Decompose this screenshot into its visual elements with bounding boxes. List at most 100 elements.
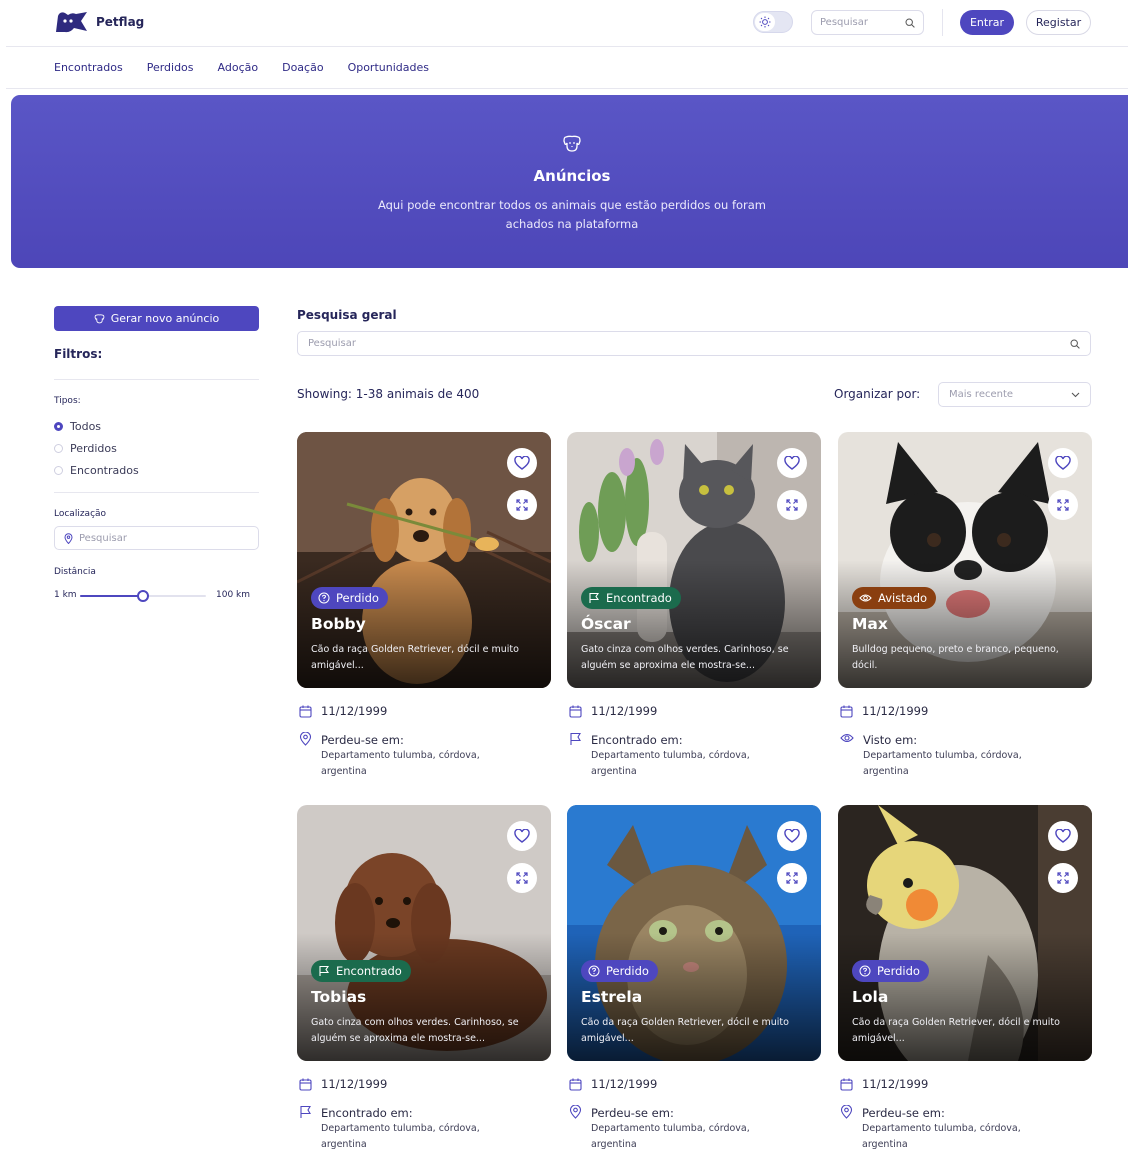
main-nav: Encontrados Perdidos Adoção Doação Oport… xyxy=(54,61,429,74)
nav-item-perdidos[interactable]: Perdidos xyxy=(147,61,194,74)
expand-button[interactable] xyxy=(777,490,807,520)
location-address: Departamento tulumba, córdova, argentina xyxy=(321,750,480,777)
distance-slider[interactable]: 1 km 100 km xyxy=(54,590,259,602)
expand-button[interactable] xyxy=(1048,863,1078,893)
pet-photo[interactable]: Perdido Estrela Cão da raça Golden Retri… xyxy=(567,805,821,1061)
calendar-icon xyxy=(299,1078,312,1091)
nav-item-oportunidades[interactable]: Oportunidades xyxy=(348,61,429,74)
listing-date: 11/12/1999 xyxy=(840,1077,928,1091)
pet-name: Max xyxy=(852,615,888,633)
location-address: Departamento tulumba, córdova, argentina xyxy=(591,750,750,777)
pet-card[interactable]: Encontrado Óscar Gato cinza com olhos ve… xyxy=(567,432,821,777)
favorite-button[interactable] xyxy=(1048,448,1078,478)
pet-card[interactable]: Perdido Lola Cão da raça Golden Retrieve… xyxy=(838,805,1092,1150)
distance-min: 1 km xyxy=(54,590,77,600)
date-text: 11/12/1999 xyxy=(321,704,388,718)
chevron-down-icon xyxy=(1071,392,1080,397)
listing-date: 11/12/1999 xyxy=(569,1077,657,1091)
nav-item-doacao[interactable]: Doação xyxy=(282,61,323,74)
radio-todos[interactable] xyxy=(54,422,63,431)
sort-value: Mais recente xyxy=(949,389,1014,400)
status-label: Avistado xyxy=(878,591,928,605)
expand-button[interactable] xyxy=(1048,490,1078,520)
nav-item-encontrados[interactable]: Encontrados xyxy=(54,61,123,74)
status-badge: Avistado xyxy=(852,587,937,609)
date-text: 11/12/1999 xyxy=(321,1077,388,1091)
expand-button[interactable] xyxy=(507,863,537,893)
location-title: Visto em: xyxy=(863,733,918,747)
hero-banner: Anúncios Aqui pode encontrar todos os an… xyxy=(11,95,1128,268)
pet-card[interactable]: Avistado Max Bulldog pequeno, preto e br… xyxy=(838,432,1092,777)
slider-track[interactable] xyxy=(80,590,206,602)
location-search-input[interactable]: Pesquisar xyxy=(54,526,259,550)
listing-date: 11/12/1999 xyxy=(299,1077,387,1091)
pet-photo[interactable]: Avistado Max Bulldog pequeno, preto e br… xyxy=(838,432,1092,688)
favorite-button[interactable] xyxy=(507,821,537,851)
heart-icon xyxy=(514,456,530,470)
type-option-perdidos[interactable]: Perdidos xyxy=(54,442,117,455)
expand-button[interactable] xyxy=(777,863,807,893)
register-button[interactable]: Registar xyxy=(1026,10,1091,35)
status-label: Perdido xyxy=(877,964,920,978)
expand-icon xyxy=(786,872,798,884)
header-search-input[interactable]: Pesquisar xyxy=(811,10,924,35)
status-label: Perdido xyxy=(336,591,379,605)
pet-description: Gato cinza com olhos verdes. Carinhoso, … xyxy=(581,644,789,671)
flag-icon xyxy=(319,965,330,976)
listing-location: Encontrado em: Departamento tulumba, cór… xyxy=(569,732,791,780)
type-option-encontrados[interactable]: Encontrados xyxy=(54,464,139,477)
expand-icon xyxy=(786,499,798,511)
map-pin-icon xyxy=(299,732,312,746)
favorite-button[interactable] xyxy=(777,821,807,851)
favorite-button[interactable] xyxy=(1048,821,1078,851)
sort-select[interactable]: Mais recente xyxy=(938,382,1091,407)
map-pin-icon xyxy=(840,1105,853,1119)
listing-date: 11/12/1999 xyxy=(840,704,928,718)
search-icon xyxy=(905,17,915,28)
theme-toggle[interactable] xyxy=(753,11,793,33)
favorite-button[interactable] xyxy=(507,448,537,478)
create-listing-button[interactable]: Gerar novo anúncio xyxy=(54,306,259,331)
question-circle-icon xyxy=(318,592,330,604)
flag-icon xyxy=(570,732,581,745)
expand-icon xyxy=(516,499,528,511)
status-badge: Perdido xyxy=(852,960,929,982)
date-text: 11/12/1999 xyxy=(591,1077,658,1091)
pet-name: Óscar xyxy=(581,615,631,633)
question-circle-icon xyxy=(859,965,871,977)
pet-photo[interactable]: Encontrado Tobias Gato cinza com olhos v… xyxy=(297,805,551,1061)
location-title: Perdeu-se em: xyxy=(862,1106,945,1120)
calendar-icon xyxy=(299,705,312,718)
pet-card[interactable]: Perdido Bobby Cão da raça Golden Retriev… xyxy=(297,432,551,777)
slider-handle[interactable] xyxy=(137,590,149,602)
eye-icon xyxy=(859,594,872,602)
pet-name: Tobias xyxy=(311,988,367,1006)
pet-name: Lola xyxy=(852,988,889,1006)
type-option-todos[interactable]: Todos xyxy=(54,420,101,433)
logo[interactable]: Petflag xyxy=(54,10,144,34)
date-text: 11/12/1999 xyxy=(862,1077,929,1091)
status-label: Encontrado xyxy=(606,591,672,605)
pet-photo[interactable]: Perdido Lola Cão da raça Golden Retrieve… xyxy=(838,805,1092,1061)
favorite-button[interactable] xyxy=(777,448,807,478)
slider-fill xyxy=(80,595,143,597)
nav-item-adocao[interactable]: Adoção xyxy=(218,61,259,74)
pet-photo[interactable]: Encontrado Óscar Gato cinza com olhos ve… xyxy=(567,432,821,688)
general-search-input[interactable]: Pesquisar xyxy=(297,331,1091,356)
type-option-label: Perdidos xyxy=(70,442,117,455)
pet-card[interactable]: Encontrado Tobias Gato cinza com olhos v… xyxy=(297,805,551,1150)
heart-icon xyxy=(784,456,800,470)
expand-button[interactable] xyxy=(507,490,537,520)
map-pin-icon xyxy=(569,1105,582,1119)
radio-encontrados[interactable] xyxy=(54,466,63,475)
pet-card[interactable]: Perdido Estrela Cão da raça Golden Retri… xyxy=(567,805,821,1150)
pet-description: Cão da raça Golden Retriever, dócil e mu… xyxy=(311,644,519,671)
location-address: Departamento tulumba, córdova, argentina xyxy=(863,750,1022,777)
radio-perdidos[interactable] xyxy=(54,444,63,453)
map-pin-icon xyxy=(64,532,73,544)
nav-divider-line xyxy=(6,88,1128,89)
heart-icon xyxy=(1055,456,1071,470)
create-listing-label: Gerar novo anúncio xyxy=(110,312,220,325)
login-button[interactable]: Entrar xyxy=(960,10,1014,35)
pet-photo[interactable]: Perdido Bobby Cão da raça Golden Retriev… xyxy=(297,432,551,688)
